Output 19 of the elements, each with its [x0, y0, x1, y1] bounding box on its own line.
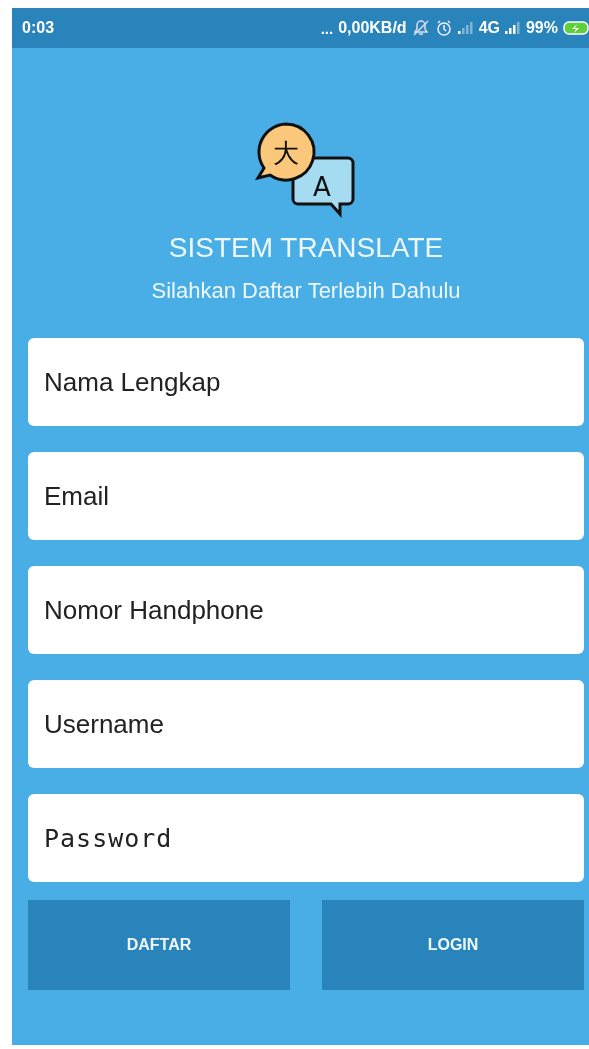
input-field[interactable]: Nama Lengkap [28, 338, 584, 426]
network-speed: 0,00KB/d [338, 19, 407, 37]
signal-icon [504, 22, 521, 34]
input-field[interactable]: Email [28, 452, 584, 540]
network-type: 4G [478, 19, 500, 37]
clock-time: 0:03 [22, 19, 55, 37]
alarm-icon [434, 19, 453, 37]
mute-bell-icon [411, 19, 430, 37]
signal-icon [457, 22, 474, 34]
battery-icon [563, 21, 589, 35]
app-title: SISTEM TRANSLATE [168, 232, 444, 264]
input-field[interactable]: Username [28, 680, 584, 768]
input-field[interactable]: Nomor Handphone [28, 566, 584, 654]
register-button[interactable]: DAFTAR [28, 900, 290, 990]
login-button[interactable]: LOGIN [322, 900, 584, 990]
more-dots: ... [320, 19, 334, 37]
password-field[interactable]: Password [28, 794, 584, 882]
subtitle: Silahkan Daftar Terlebih Dahulu [151, 278, 461, 304]
battery-percent: 99% [525, 19, 558, 37]
